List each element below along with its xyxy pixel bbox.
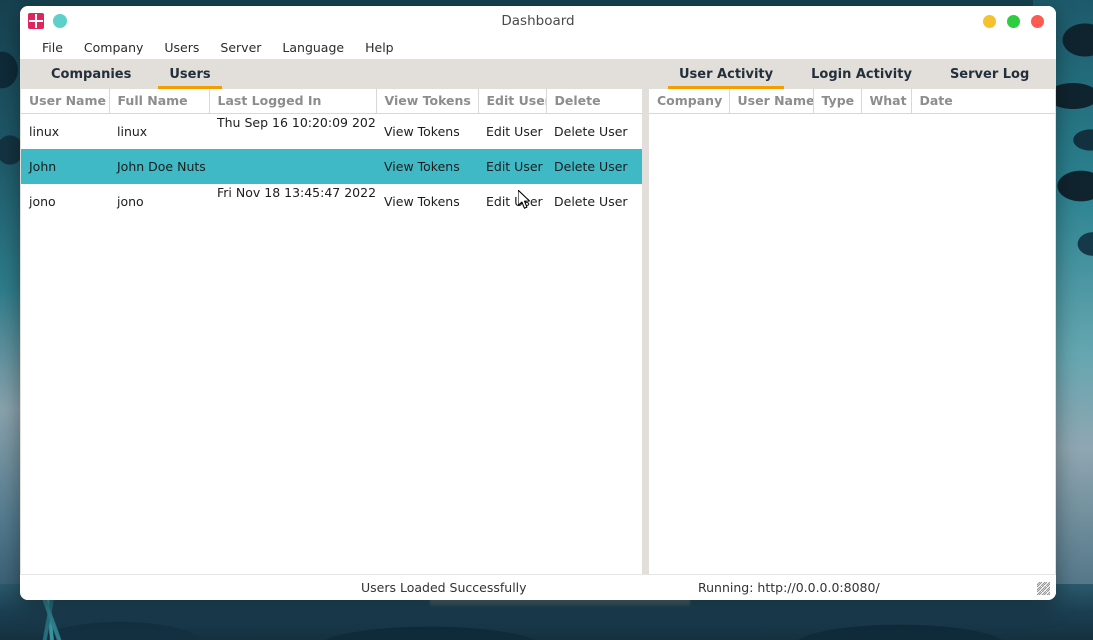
menu-bar: File Company Users Server Language Help	[20, 36, 1056, 59]
panel-splitter-handle[interactable]	[642, 59, 649, 574]
edit-user-link[interactable]: Edit User	[478, 149, 546, 184]
column-header-last-logged-in[interactable]: Last Logged In	[209, 89, 377, 114]
resize-grip-icon[interactable]	[1037, 582, 1050, 595]
column-header-edit-user[interactable]: Edit User	[478, 89, 547, 114]
activity-table-header-row: Company User Name Type What Date	[649, 89, 1055, 114]
main-split-container: Companies Users User Name Full Name Last…	[20, 59, 1056, 574]
edit-user-link[interactable]: Edit User	[478, 184, 546, 219]
server-status-text: Running: http://0.0.0.0:8080/	[698, 580, 880, 595]
column-header-view-tokens[interactable]: View Tokens	[376, 89, 479, 114]
column-header-date[interactable]: Date	[911, 89, 1055, 114]
menu-item-language[interactable]: Language	[282, 40, 344, 55]
cell-last-logged-in: Thu Sep 16 10:20:09 2021	[217, 115, 376, 130]
tab-user-activity[interactable]: User Activity	[660, 59, 792, 89]
cell-user-name: jono	[29, 193, 56, 209]
title-bar: Dashboard	[20, 6, 1056, 36]
users-table-header-row: User Name Full Name Last Logged In View …	[21, 89, 642, 114]
users-table: User Name Full Name Last Logged In View …	[21, 89, 642, 219]
view-tokens-link[interactable]: View Tokens	[376, 149, 478, 184]
column-header-delete[interactable]: Delete	[546, 89, 642, 114]
cell-last-logged-in	[209, 149, 376, 184]
tab-login-activity[interactable]: Login Activity	[792, 59, 931, 89]
table-row[interactable]: linux linux Thu Sep 16 10:20:09 2021 Vie…	[21, 114, 642, 149]
cell-user-name: John	[29, 158, 57, 174]
cell-full-name: John Doe Nuts	[117, 158, 206, 174]
maximize-button[interactable]	[1007, 15, 1020, 28]
column-header-company[interactable]: Company	[649, 89, 730, 114]
cell-full-name: linux	[117, 123, 148, 139]
activity-table: Company User Name Type What Date	[649, 89, 1055, 114]
window-title: Dashboard	[501, 13, 575, 29]
right-panel: User Activity Login Activity Server Log …	[649, 59, 1055, 574]
column-header-type[interactable]: Type	[813, 89, 862, 114]
close-button[interactable]	[1031, 15, 1044, 28]
left-panel: Companies Users User Name Full Name Last…	[21, 59, 642, 574]
table-row[interactable]: jono jono Fri Nov 18 13:45:47 2022 View …	[21, 184, 642, 219]
cell-full-name: jono	[117, 193, 144, 209]
desktop-background: Dashboard File Company Users Server Lang…	[0, 0, 1093, 640]
status-message: Users Loaded Successfully	[361, 580, 527, 595]
menu-item-file[interactable]: File	[42, 40, 63, 55]
delete-user-link[interactable]: Delete User	[546, 149, 642, 184]
menu-item-users[interactable]: Users	[164, 40, 199, 55]
cell-user-name: linux	[29, 123, 60, 139]
cell-last-logged-in: Fri Nov 18 13:45:47 2022	[217, 184, 376, 200]
delete-user-link[interactable]: Delete User	[546, 184, 642, 219]
window-controls	[983, 15, 1044, 28]
left-panel-tabstrip: Companies Users	[21, 59, 642, 89]
application-window: Dashboard File Company Users Server Lang…	[20, 6, 1056, 600]
menu-item-company[interactable]: Company	[84, 40, 143, 55]
tab-companies[interactable]: Companies	[32, 59, 150, 89]
status-bar: Users Loaded Successfully Running: http:…	[20, 574, 1056, 600]
view-tokens-link[interactable]: View Tokens	[376, 184, 478, 219]
table-row[interactable]: John John Doe Nuts View Tokens Edit User…	[21, 148, 642, 184]
delete-user-link[interactable]: Delete User	[546, 114, 642, 149]
edit-user-link[interactable]: Edit User	[478, 114, 546, 149]
users-table-container: User Name Full Name Last Logged In View …	[21, 89, 642, 574]
menu-item-help[interactable]: Help	[365, 40, 394, 55]
column-header-user-name[interactable]: User Name	[729, 89, 814, 114]
right-panel-tabstrip: User Activity Login Activity Server Log	[649, 59, 1055, 89]
menu-item-server[interactable]: Server	[220, 40, 261, 55]
minimize-button[interactable]	[983, 15, 996, 28]
view-tokens-link[interactable]: View Tokens	[376, 114, 478, 149]
column-header-what[interactable]: What	[861, 89, 912, 114]
column-header-full-name[interactable]: Full Name	[109, 89, 210, 114]
app-logo-icon	[28, 13, 44, 29]
connection-status-dot-icon	[53, 14, 67, 28]
column-header-user-name[interactable]: User Name	[21, 89, 110, 114]
activity-table-container: Company User Name Type What Date	[649, 89, 1055, 574]
tab-users[interactable]: Users	[150, 59, 229, 89]
tab-server-log[interactable]: Server Log	[931, 59, 1048, 89]
